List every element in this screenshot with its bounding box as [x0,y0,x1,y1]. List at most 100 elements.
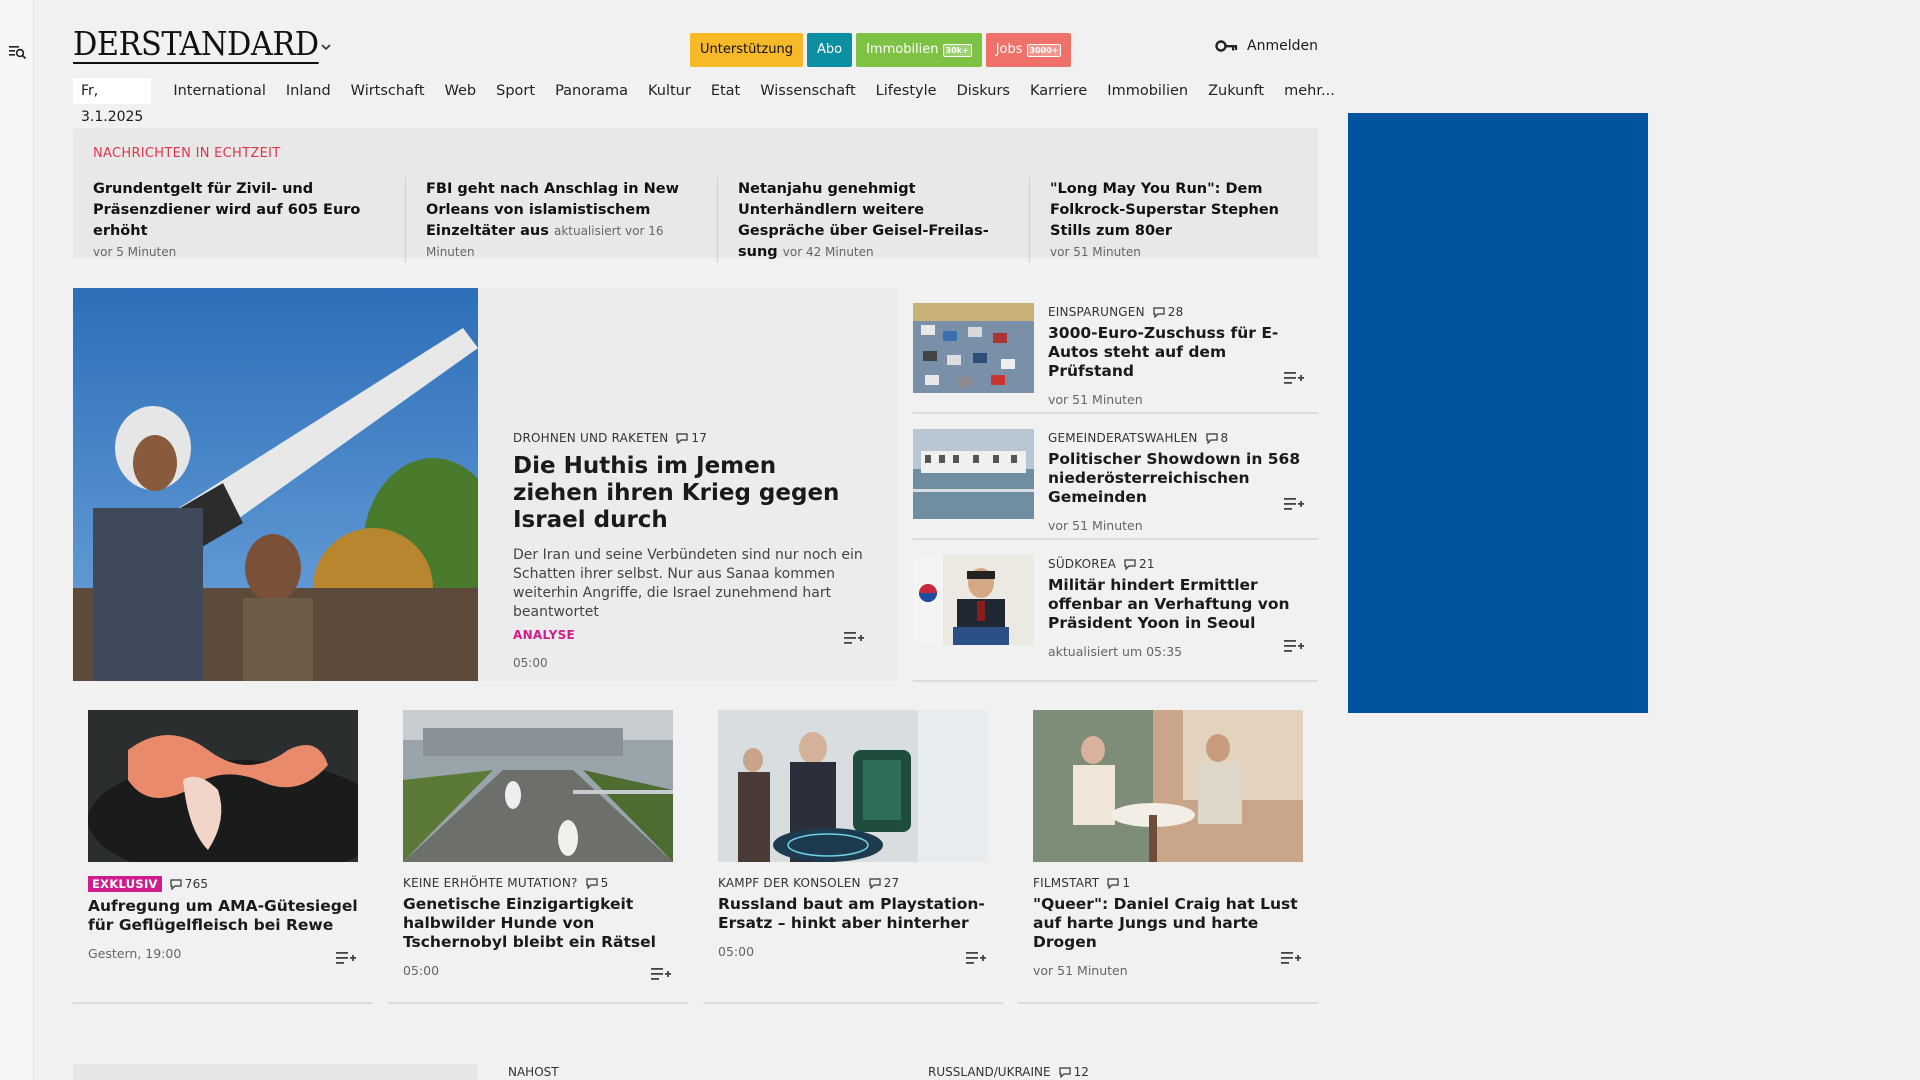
nav-item-panorama[interactable]: Panorama [555,83,628,99]
hero-article[interactable]: DROHNEN UND RAKETEN 17 Die Huthis im Jem… [73,288,898,681]
article-title[interactable]: 3000-Euro-Zuschuss für E-Autos steht auf… [1048,324,1310,381]
nav-item-international[interactable]: International [173,83,266,99]
nav-item-wissenschaft[interactable]: Wissenschaft [760,83,855,99]
add-to-list-icon[interactable] [1283,370,1305,386]
list-item[interactable]: EINSPARUNGEN 28 3000-Euro-Zuschuss für E… [913,288,1318,414]
article-kicker-label: RUSSLAND/UKRAINE [928,1065,1051,1079]
card-title[interactable]: "Queer": Daniel Craig hat Lust auf harte… [1033,895,1303,952]
nav-item-more[interactable]: mehr... [1284,83,1335,99]
abo-button[interactable]: Abo [806,33,853,67]
comment-count[interactable]: 8 [1205,431,1229,445]
ticker-item-time: vor 42 Minuten [782,245,874,259]
article-card[interactable]: KAMPF DER KONSOLEN 27 Russland baut am P… [703,710,1003,1004]
login-label: Anmelden [1247,38,1318,54]
jobs-count-badge: 3000+ [1026,43,1062,57]
comment-icon [170,878,182,890]
comment-count-value: 21 [1139,557,1155,571]
article-title[interactable]: Militär hindert Ermittler offenbar an Ve… [1048,576,1310,633]
advertisement-block[interactable] [1348,113,1648,713]
hero-timestamp: 05:00 [513,656,548,670]
article-text: GEMEINDERATSWAHLEN 8 Politischer Showdow… [1048,431,1310,533]
site-logo[interactable]: DERSTANDARD [73,26,319,64]
hero-title[interactable]: Die Huthis im Jemen ziehen ihren Krieg g… [513,453,868,534]
article-thumbnail[interactable] [913,429,1034,519]
support-button[interactable]: Unterstützung [690,33,803,67]
nav-item-inland[interactable]: Inland [286,83,331,99]
current-date: Fr, 3.1.2025 [73,78,152,125]
article-image-placeholder[interactable] [73,1064,478,1080]
nav-item-diskurs[interactable]: Diskurs [957,83,1010,99]
card-timestamp: 05:00 [718,944,755,959]
article-kicker: RUSSLAND/UKRAINE 12 [928,1065,1089,1079]
nav-item-sport[interactable]: Sport [496,83,535,99]
immobilien-count-badge: 30k+ [942,43,972,57]
article-card[interactable]: FILMSTART 1 "Queer": Daniel Craig hat Lu… [1018,710,1318,1004]
nav-item-web[interactable]: Web [445,83,477,99]
exclusive-badge: EXKLUSIV [88,876,162,892]
comment-icon [676,432,689,444]
ticker-item-title: "Long May You Run": Dem Folkrock-Superst… [1050,181,1280,239]
login-button[interactable]: Anmelden [1215,38,1318,54]
add-to-list-icon[interactable] [650,966,672,982]
article-text: EINSPARUNGEN 28 3000-Euro-Zuschuss für E… [1048,305,1310,407]
ticker-item[interactable]: "Long May You Run": Dem Folkrock-Superst… [1029,178,1341,262]
nav-item-karriere[interactable]: Karriere [1030,83,1087,99]
article-thumbnail[interactable] [913,555,1034,645]
card-kicker: KEINE ERHÖHTE MUTATION? 5 [403,876,673,890]
card-kicker: EXKLUSIV 765 [88,876,358,892]
card-title[interactable]: Genetische Einzigartigkeit halbwilder Hu… [403,895,673,952]
comment-count-value: 12 [1073,1065,1089,1079]
article-image[interactable] [1033,710,1303,862]
article-card[interactable]: KEINE ERHÖHTE MUTATION? 5 Genetische Ein… [388,710,688,1004]
comment-count[interactable]: 21 [1124,557,1155,571]
comment-count[interactable]: 12 [1059,1065,1089,1079]
comment-count-value: 5 [600,876,609,890]
card-kicker-label: FILMSTART [1033,876,1100,890]
card-title[interactable]: Russland baut am Playstation-Er­satz – h… [718,895,988,933]
comment-icon [1059,1066,1071,1078]
comment-count[interactable]: 17 [676,431,707,445]
add-to-list-icon[interactable] [1280,950,1302,966]
comment-icon [585,877,598,889]
article-image[interactable] [403,710,673,862]
comment-count[interactable]: 27 [869,876,900,890]
abo-label: Abo [816,42,843,57]
add-to-list-icon[interactable] [1283,496,1305,512]
ticker-item[interactable]: Grundentgelt für Zivil- und Präsenz­dien… [93,178,405,262]
comment-count[interactable]: 5 [585,876,609,890]
menu-search-icon[interactable] [8,42,28,62]
comment-count[interactable]: 1 [1107,876,1130,890]
immobilien-button[interactable]: Immobilien 30k+ [856,33,982,67]
ticker-item[interactable]: Netanjahu genehmigt Unterhändlern weiter… [717,178,1029,262]
comment-count[interactable]: 765 [170,877,209,891]
nav-item-immobilien[interactable]: Immobilien [1107,83,1188,99]
add-to-list-icon[interactable] [965,950,987,966]
comment-count[interactable]: 28 [1153,305,1184,319]
nav-item-etat[interactable]: Etat [711,83,740,99]
nav-item-wirtschaft[interactable]: Wirtschaft [351,83,425,99]
article-kicker: EINSPARUNGEN 28 [1048,305,1310,319]
list-item[interactable]: SÜDKOREA 21 Militär hindert Ermittler of… [913,540,1318,682]
ticker-item[interactable]: FBI geht nach Anschlag in New Or­leans v… [405,178,717,262]
nav-item-kultur[interactable]: Kultur [648,83,691,99]
nav-item-zukunft[interactable]: Zukunft [1208,83,1264,99]
article-image[interactable] [718,710,988,862]
card-title[interactable]: Aufregung um AMA-Gütesiegel für Geflügel… [88,897,358,935]
list-item[interactable]: GEMEINDERATSWAHLEN 8 Politischer Showdow… [913,414,1318,540]
add-to-list-icon[interactable] [1283,638,1305,654]
card-kicker: KAMPF DER KONSOLEN 27 [718,876,988,890]
chevron-down-icon[interactable] [319,40,333,54]
comment-count-value: 27 [883,876,900,890]
add-to-list-icon[interactable] [335,950,357,966]
article-thumbnail[interactable] [913,303,1034,393]
article-title[interactable]: Politischer Showdown in 568 nie­deröster… [1048,450,1310,507]
hero-image[interactable] [73,288,478,681]
jobs-button[interactable]: Jobs 3000+ [985,33,1072,67]
article-card[interactable]: EXKLUSIV 765 Aufregung um AMA-Gütesiegel… [73,710,373,1004]
card-kicker-label: KAMPF DER KONSOLEN [718,876,861,890]
add-to-list-icon[interactable] [843,630,865,646]
article-timestamp: aktualisiert um 05:35 [1048,644,1183,659]
jobs-label: Jobs [995,42,1023,57]
nav-item-lifestyle[interactable]: Lifestyle [876,83,937,99]
article-image[interactable] [88,710,358,862]
